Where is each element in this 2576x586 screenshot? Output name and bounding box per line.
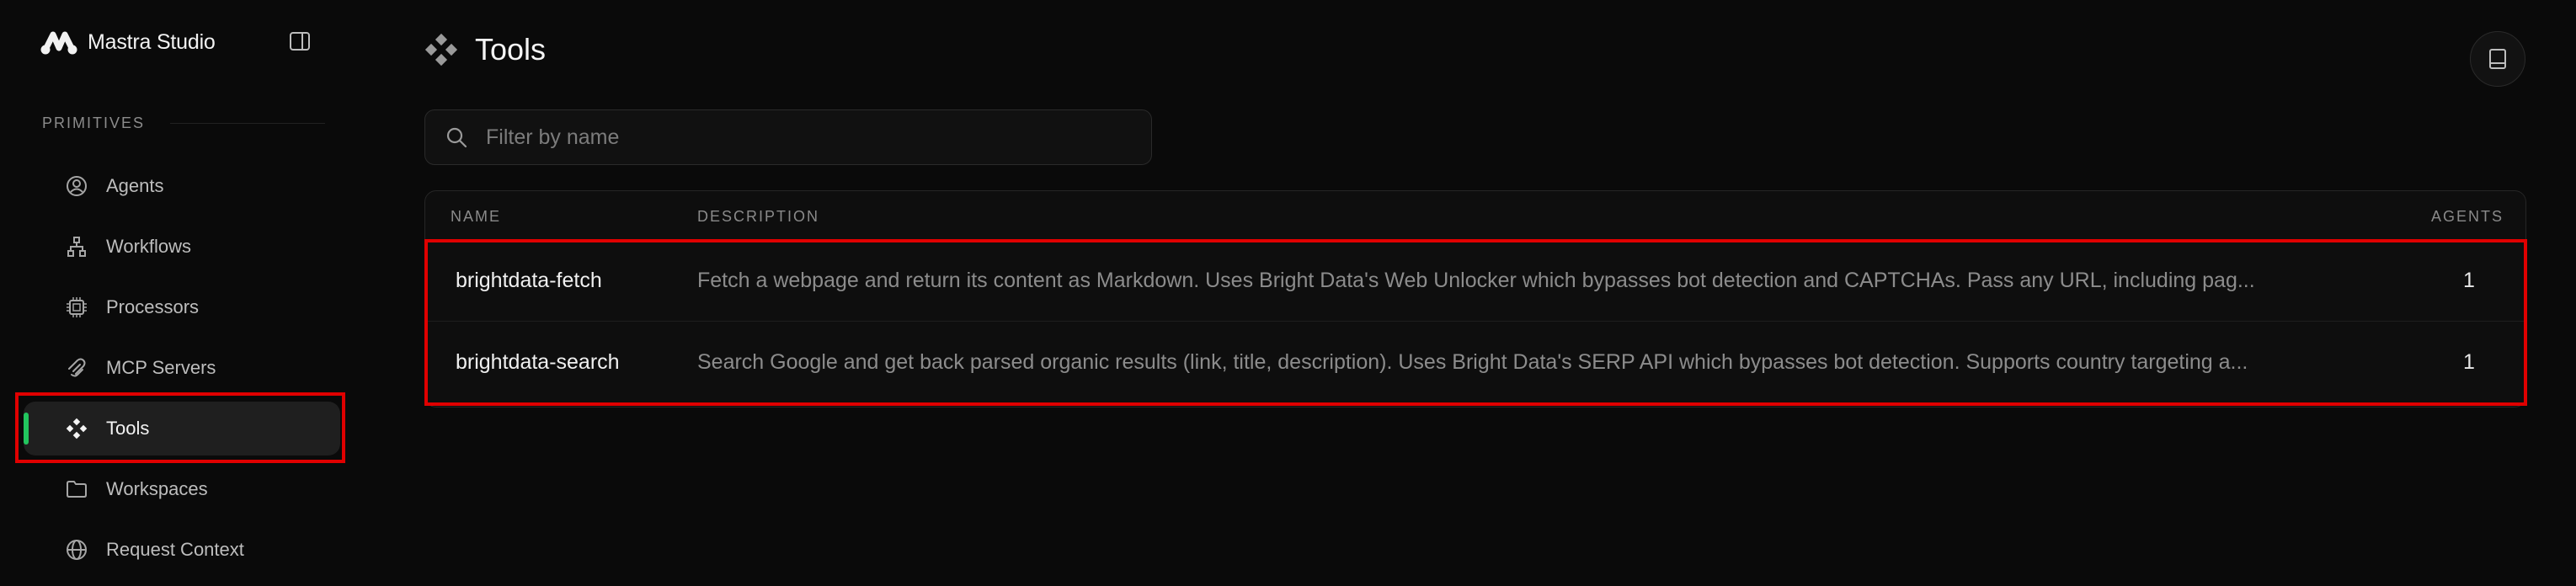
sidebar-item-label: Agents bbox=[106, 175, 164, 196]
sidebar-item-mcp-servers[interactable]: MCP Servers bbox=[24, 341, 340, 395]
sidebar: Mastra Studio PRIMITIVES Agents Workflow… bbox=[0, 0, 354, 586]
column-header-agents[interactable]: AGENTS bbox=[2431, 208, 2504, 226]
sidebar-item-label: Request Context bbox=[106, 539, 244, 560]
page-header: Tools bbox=[424, 32, 546, 67]
app-name: Mastra Studio bbox=[88, 29, 216, 54]
mastra-logo-icon bbox=[40, 31, 77, 55]
sidebar-item-agents[interactable]: Agents bbox=[24, 159, 340, 213]
highlight-box-tool-rows bbox=[424, 239, 2527, 406]
page-title: Tools bbox=[475, 32, 547, 67]
sidebar-item-label: Workflows bbox=[106, 236, 192, 257]
sidebar-item-label: Processors bbox=[106, 296, 200, 317]
search-field[interactable] bbox=[424, 109, 1152, 165]
search-input[interactable] bbox=[484, 124, 1151, 151]
sidebar-item-processors[interactable]: Processors bbox=[24, 280, 340, 334]
search-icon bbox=[444, 125, 469, 150]
documentation-button[interactable] bbox=[2470, 31, 2525, 87]
tools-icon bbox=[424, 33, 458, 67]
section-label: PRIMITIVES bbox=[42, 115, 146, 131]
user-circle-icon bbox=[64, 173, 89, 199]
mcp-icon bbox=[64, 355, 89, 381]
chip-icon bbox=[64, 295, 89, 320]
sidebar-item-label: MCP Servers bbox=[106, 357, 216, 378]
sidebar-toggle-button[interactable] bbox=[286, 28, 313, 55]
section-header-primitives: PRIMITIVES bbox=[42, 115, 325, 132]
column-header-description[interactable]: DESCRIPTION bbox=[697, 208, 819, 226]
highlight-box-tools bbox=[15, 392, 345, 463]
sidebar-panel-icon bbox=[290, 32, 310, 51]
column-header-name[interactable]: NAME bbox=[451, 208, 501, 226]
brand[interactable]: Mastra Studio bbox=[40, 25, 216, 59]
sidebar-item-workflows[interactable]: Workflows bbox=[24, 220, 340, 274]
globe-icon bbox=[64, 537, 89, 562]
workflow-icon bbox=[64, 234, 89, 259]
book-icon bbox=[2489, 49, 2506, 69]
section-divider bbox=[170, 123, 325, 124]
sidebar-item-workspaces[interactable]: Workspaces bbox=[24, 462, 340, 516]
folder-icon bbox=[64, 477, 89, 502]
sidebar-item-label: Workspaces bbox=[106, 478, 208, 499]
sidebar-item-request-context[interactable]: Request Context bbox=[24, 523, 340, 577]
